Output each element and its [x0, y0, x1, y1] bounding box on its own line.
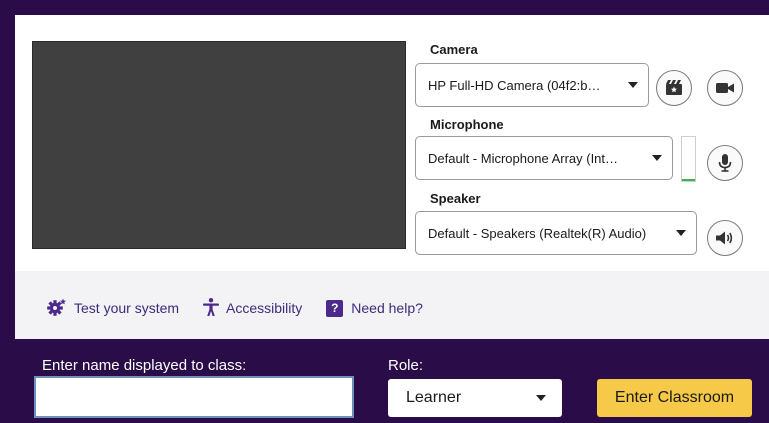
- camera-select-value: HP Full-HD Camera (04f2:b…: [428, 77, 601, 93]
- enter-classroom-button[interactable]: Enter Classroom: [597, 379, 752, 417]
- speaker-test-button[interactable]: [707, 220, 743, 256]
- chevron-down-icon: [536, 395, 546, 401]
- display-name-label: Enter name displayed to class:: [42, 357, 247, 374]
- microphone-level-fill: [682, 178, 695, 181]
- help-icon: ?: [326, 299, 344, 317]
- role-select[interactable]: Learner: [388, 379, 562, 417]
- video-effects-button[interactable]: [656, 70, 692, 106]
- speaker-select-value: Default - Speakers (Realtek(R) Audio): [428, 225, 647, 241]
- chevron-down-icon: [628, 82, 638, 88]
- microphone-select-value: Default - Microphone Array (Int…: [428, 150, 619, 166]
- video-effects-icon: [665, 80, 683, 96]
- microphone-toggle-button[interactable]: [707, 145, 743, 181]
- camera-label: Camera: [430, 42, 478, 57]
- camera-select[interactable]: HP Full-HD Camera (04f2:b…: [415, 63, 649, 107]
- test-system-label: Test your system: [74, 300, 180, 316]
- support-links: Test your system Accessibility ? Need he…: [47, 297, 447, 319]
- role-label: Role:: [388, 357, 424, 374]
- top-bar: [0, 0, 769, 15]
- device-setup-panel: Camera HP Full-HD Camera (04f2:b… Microp…: [15, 15, 769, 339]
- gear-icon: [47, 298, 74, 319]
- speaker-label: Speaker: [430, 191, 481, 206]
- chevron-down-icon: [652, 155, 662, 161]
- speaker-select[interactable]: Default - Speakers (Realtek(R) Audio): [415, 211, 697, 255]
- microphone-level-meter: [681, 136, 696, 182]
- display-name-input[interactable]: [34, 376, 354, 418]
- microphone-label: Microphone: [430, 117, 504, 132]
- video-camera-icon: [716, 82, 734, 94]
- microphone-icon: [718, 154, 732, 172]
- accessibility-link[interactable]: Accessibility: [203, 297, 303, 319]
- chevron-down-icon: [676, 230, 686, 236]
- test-system-link[interactable]: Test your system: [47, 298, 179, 319]
- role-select-value: Learner: [406, 389, 462, 406]
- microphone-select[interactable]: Default - Microphone Array (Int…: [415, 136, 673, 180]
- accessibility-icon: [203, 297, 226, 319]
- accessibility-label: Accessibility: [226, 300, 303, 316]
- join-bar: Enter name displayed to class: Role: Lea…: [0, 339, 769, 423]
- camera-toggle-button[interactable]: [707, 70, 743, 106]
- need-help-link[interactable]: ? Need help?: [326, 299, 423, 317]
- speaker-icon: [716, 231, 734, 245]
- av-settings-area: Camera HP Full-HD Camera (04f2:b… Microp…: [15, 15, 769, 271]
- need-help-label: Need help?: [351, 300, 423, 316]
- video-preview: [32, 41, 406, 249]
